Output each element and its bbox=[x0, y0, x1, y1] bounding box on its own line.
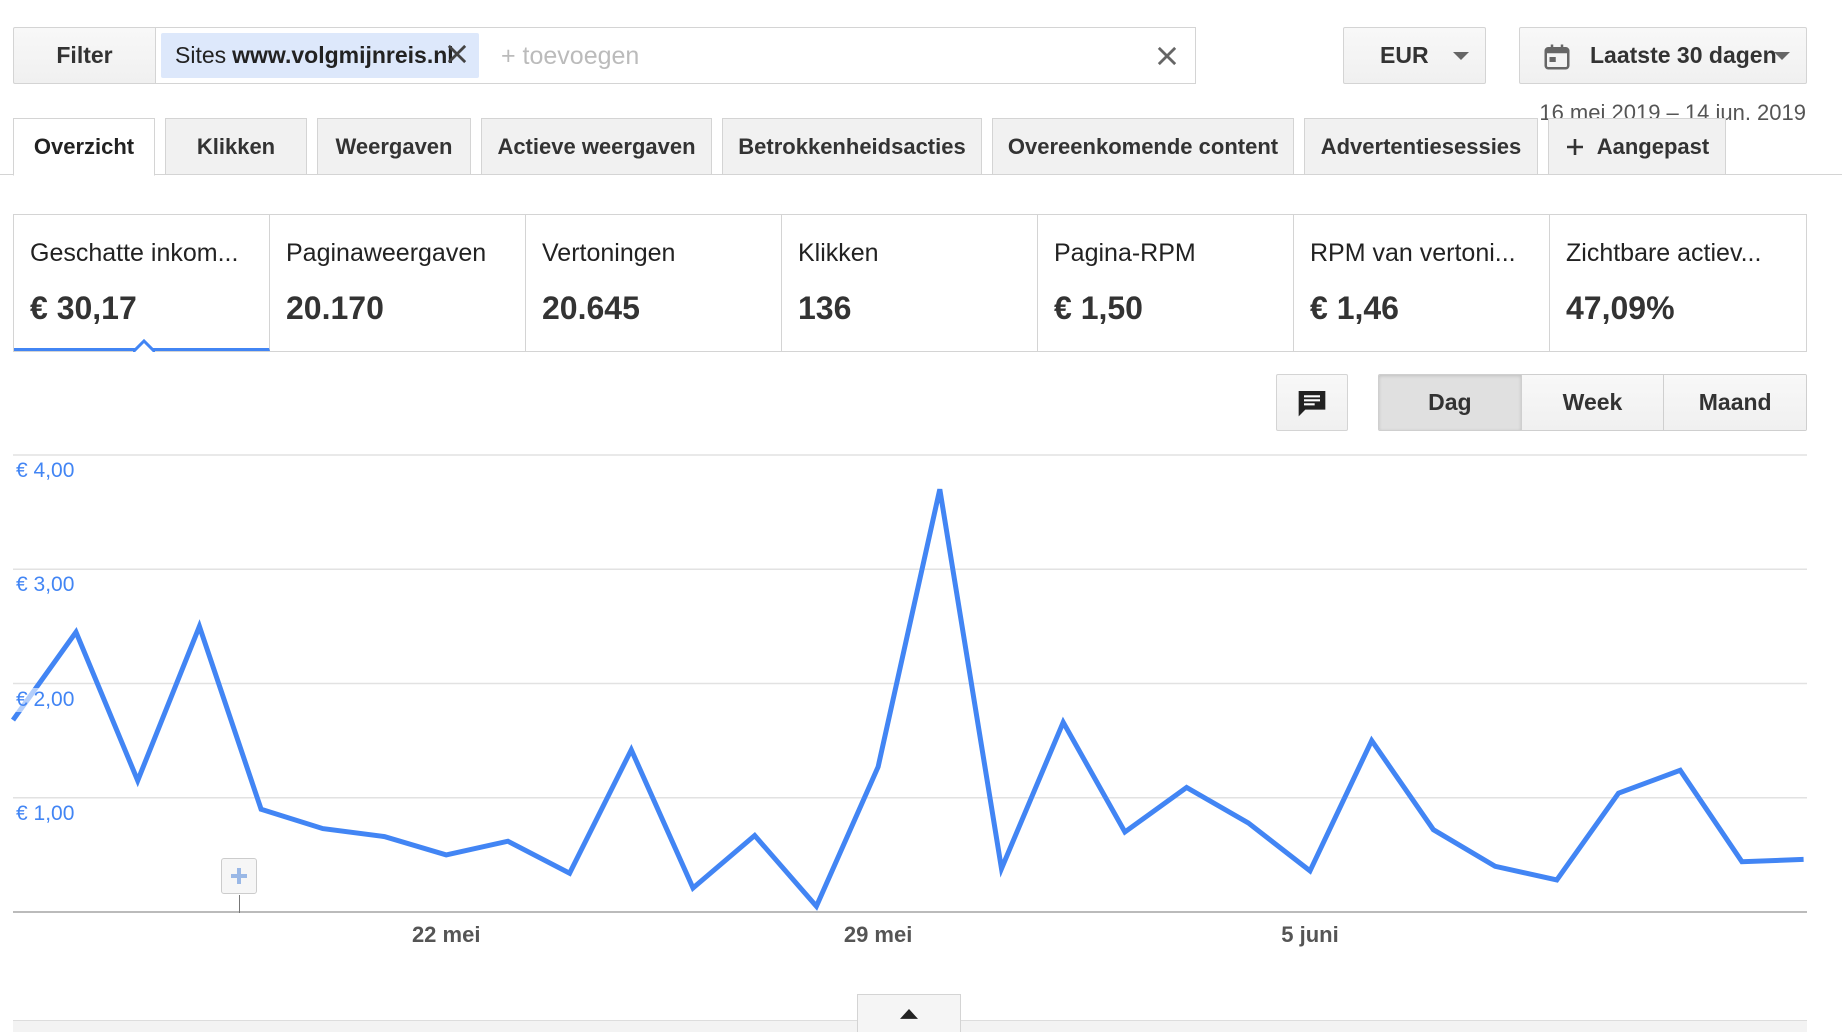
add-filter-placeholder[interactable]: + toevoegen bbox=[501, 42, 639, 71]
plus-icon bbox=[231, 868, 247, 884]
metric-card-page-rpm[interactable]: Pagina-RPM € 1,50 bbox=[1038, 215, 1294, 351]
x-tick-label: 5 juni bbox=[1281, 922, 1339, 947]
y-tick-label: € 4,00 bbox=[16, 459, 75, 483]
date-range-label: Laatste 30 dagen bbox=[1590, 42, 1777, 68]
earnings-series-line bbox=[10, 488, 1804, 911]
site-filter-chip[interactable]: Sites www.volgmijnreis.nl bbox=[161, 33, 479, 78]
metric-value: 47,09% bbox=[1566, 290, 1675, 326]
y-tick-label: € 3,00 bbox=[16, 573, 75, 598]
metric-card-active-view-viewable[interactable]: Zichtbare actiev... 47,09% bbox=[1550, 215, 1806, 351]
filter-input-box[interactable]: Sites www.volgmijnreis.nl + toevoegen bbox=[155, 27, 1196, 84]
date-range-dropdown[interactable]: Laatste 30 dagen bbox=[1519, 27, 1807, 84]
tab-overzicht[interactable]: Overzicht bbox=[13, 118, 155, 176]
metric-card-impression-rpm[interactable]: RPM van vertoni... € 1,46 bbox=[1294, 215, 1550, 351]
metric-value: € 1,50 bbox=[1054, 290, 1143, 326]
metric-label: Paginaweergaven bbox=[286, 239, 487, 267]
metric-value: 20.170 bbox=[286, 290, 384, 326]
chevron-down-icon bbox=[1774, 52, 1790, 60]
period-toggle: Dag Week Maand bbox=[1378, 374, 1807, 431]
filter-button[interactable]: Filter bbox=[13, 27, 155, 84]
annotations-button[interactable] bbox=[1276, 374, 1348, 431]
chevron-up-icon bbox=[900, 1009, 918, 1019]
metric-label: Klikken bbox=[798, 239, 879, 267]
currency-dropdown[interactable]: EUR bbox=[1343, 27, 1486, 84]
y-tick-label: € 2,00 bbox=[16, 687, 75, 712]
tab-advertentiesessies[interactable]: Advertentiesessies bbox=[1304, 118, 1538, 175]
metric-label: Vertoningen bbox=[542, 239, 676, 267]
metric-card-impressions[interactable]: Vertoningen 20.645 bbox=[526, 215, 782, 351]
tab-overeenkomende-content[interactable]: Overeenkomende content bbox=[992, 118, 1294, 175]
close-icon[interactable] bbox=[443, 40, 471, 68]
metric-label: RPM van vertoni... bbox=[1310, 239, 1516, 267]
metric-label: Pagina-RPM bbox=[1054, 239, 1196, 267]
metric-card-estimated-earnings[interactable]: Geschatte inkom... € 30,17 bbox=[14, 215, 270, 351]
chip-value: www.volgmijnreis.nl bbox=[232, 42, 454, 68]
calendar-icon bbox=[1544, 44, 1570, 70]
earnings-chart: € 1,00 € 2,00 € 3,00 € 4,00 22 mei 29 mei 5 j… bbox=[0, 440, 1842, 960]
tab-aangepast[interactable]: Aangepast bbox=[1548, 118, 1726, 175]
annotation-marker bbox=[239, 895, 240, 913]
active-metric-indicator bbox=[133, 338, 155, 352]
collapse-button[interactable] bbox=[857, 994, 961, 1032]
plus-icon bbox=[1566, 138, 1583, 155]
y-tick-label: € 1,00 bbox=[16, 801, 75, 826]
metric-card-clicks[interactable]: Klikken 136 bbox=[782, 215, 1038, 351]
metric-card-pageviews[interactable]: Paginaweergaven 20.170 bbox=[270, 215, 526, 351]
period-day-button[interactable]: Dag bbox=[1379, 375, 1522, 430]
metric-value: € 30,17 bbox=[30, 290, 137, 326]
currency-label: EUR bbox=[1380, 42, 1429, 68]
x-tick-label: 22 mei bbox=[411, 922, 481, 947]
metric-value: 20.645 bbox=[542, 290, 640, 326]
metric-cards: Geschatte inkom... € 30,17 Paginaweergav… bbox=[13, 214, 1807, 352]
x-tick-label: 29 mei bbox=[843, 922, 913, 947]
metric-value: € 1,46 bbox=[1310, 290, 1399, 326]
metric-value: 136 bbox=[798, 290, 852, 326]
tab-klikken[interactable]: Klikken bbox=[165, 118, 307, 175]
tab-betrokkenheidsacties[interactable]: Betrokkenheidsacties bbox=[722, 118, 982, 175]
metric-label: Geschatte inkom... bbox=[30, 239, 239, 267]
metric-label: Zichtbare actiev... bbox=[1566, 239, 1762, 267]
tab-actieve-weergaven[interactable]: Actieve weergaven bbox=[481, 118, 712, 175]
period-month-button[interactable]: Maand bbox=[1664, 375, 1806, 430]
clear-filter-icon[interactable] bbox=[1153, 42, 1181, 70]
chevron-down-icon bbox=[1453, 52, 1469, 60]
add-annotation-button[interactable] bbox=[221, 858, 257, 894]
tab-weergaven[interactable]: Weergaven bbox=[317, 118, 471, 175]
chip-label: Sites bbox=[175, 42, 227, 68]
period-week-button[interactable]: Week bbox=[1521, 375, 1665, 430]
chart-plot bbox=[10, 454, 1807, 913]
comment-icon bbox=[1298, 390, 1326, 416]
